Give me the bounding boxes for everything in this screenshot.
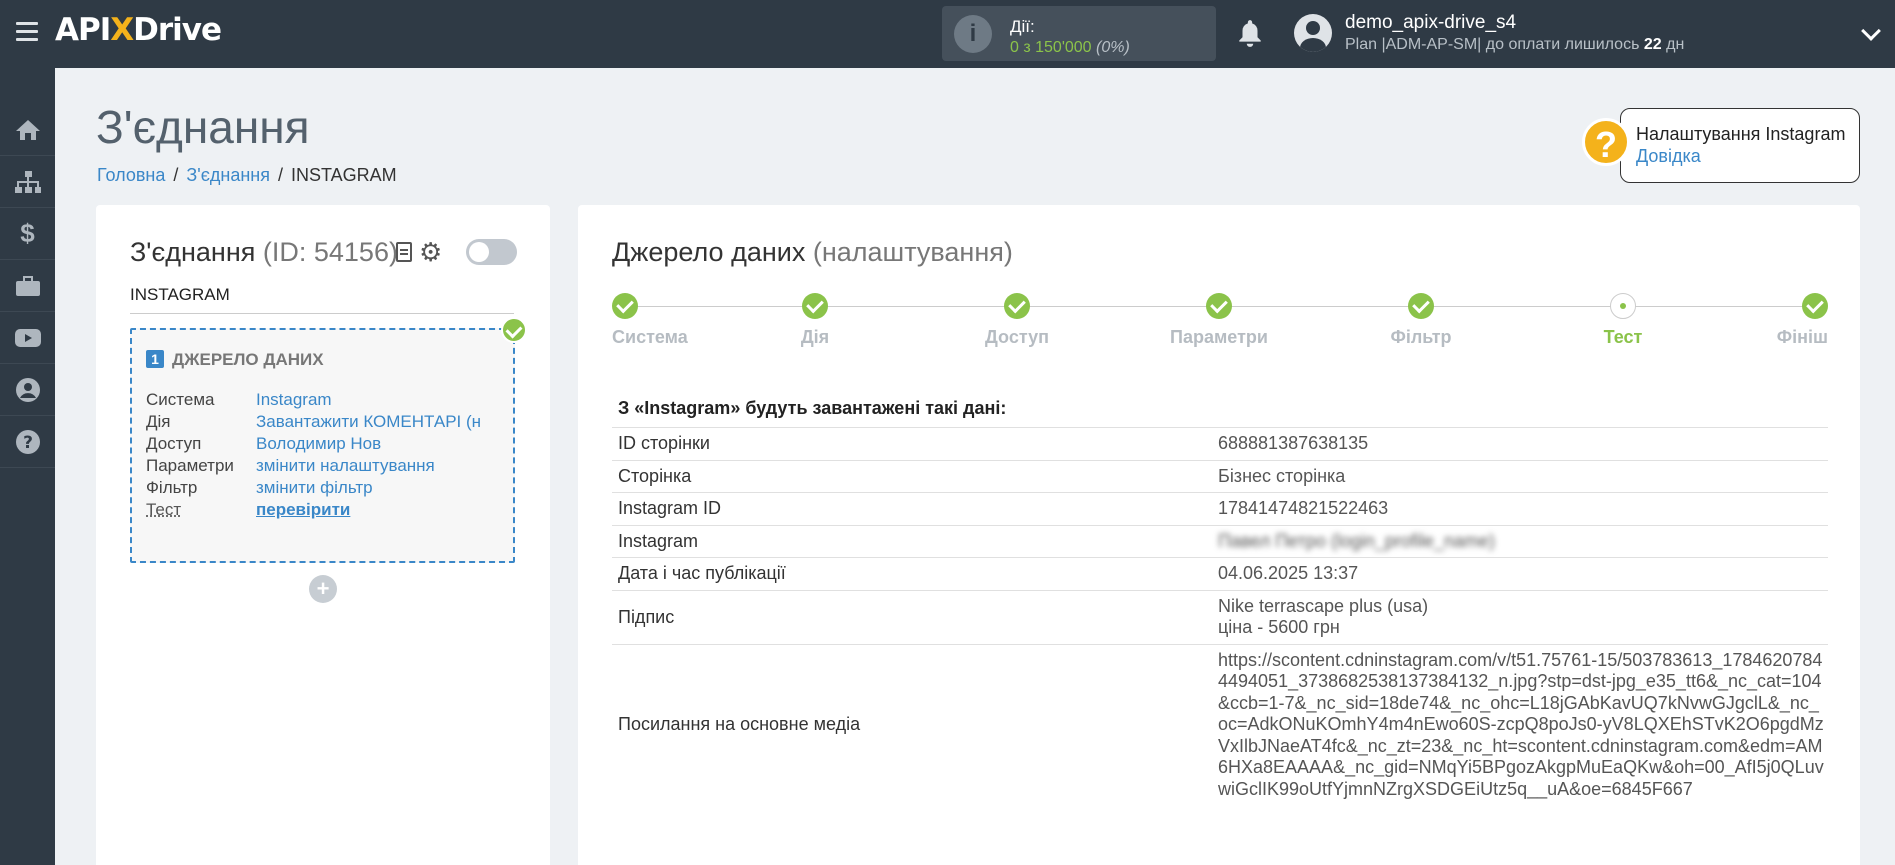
table-heading: З «Instagram» будуть завантажені такі да… (618, 398, 1007, 418)
connection-toggle[interactable] (466, 239, 517, 265)
data-source-title: Джерело даних (налаштування) (612, 237, 1013, 267)
dollar-icon[interactable]: $ (0, 208, 55, 260)
table-cell-value: Павел Петро (login_profile_name) (1218, 530, 1495, 551)
connection-card: З'єднання (ID: 54156) ⚙ INSTAGRAM 1 ДЖЕР… (96, 205, 550, 865)
sitemap-icon[interactable] (0, 156, 55, 208)
document-icon[interactable] (396, 242, 412, 262)
breadcrumb: Головна / З'єднання / INSTAGRAM (97, 165, 397, 185)
table-cell-value: Бізнес сторінка (1218, 465, 1346, 486)
check-icon (802, 293, 828, 319)
sidebar: $ ? (0, 68, 55, 865)
table-cell-value: 17841474821522463 (1218, 498, 1389, 518)
question-icon[interactable]: ? (1582, 118, 1630, 166)
top-bar: APIXDrive i Дії: 0 з 150'000 (0%) demo_a… (0, 0, 1895, 68)
info-icon: i (954, 15, 992, 53)
table-cell-key: ID сторінки (618, 433, 710, 454)
connection-title: З'єднання (ID: 54156) (130, 237, 398, 267)
source-params-link[interactable]: змінити налаштування (256, 456, 435, 475)
logo[interactable]: APIXDrive (55, 12, 222, 48)
table-row: Дата і час публікації 04.06.2025 13:37 (612, 557, 1828, 590)
chevron-down-icon[interactable] (1861, 21, 1881, 41)
source-row-access: Доступ Володимир Нов (146, 434, 382, 453)
home-icon[interactable] (0, 104, 55, 156)
table-cell-value: Nike terrascape plus (usa) ціна - 5600 г… (1218, 595, 1429, 638)
user-name[interactable]: demo_apix-drive_s4 (1345, 12, 1516, 34)
actions-label: Дії: (1010, 17, 1035, 36)
source-filter-link[interactable]: змінити фільтр (256, 478, 373, 497)
page-title: З'єднання (96, 101, 310, 153)
source-test-link[interactable]: перевірити (256, 500, 350, 519)
actions-value: 0 з 150'000 (0%) (1010, 39, 1130, 56)
breadcrumb-current: INSTAGRAM (291, 165, 397, 185)
source-access-link[interactable]: Володимир Нов (256, 434, 381, 453)
table-row: ID сторінки 688881387638135 (612, 427, 1828, 460)
step-test[interactable]: Тест (1604, 293, 1642, 348)
step-finish[interactable]: Фініш (1777, 293, 1828, 348)
source-row-filter: Фільтр змінити фільтр (146, 478, 373, 497)
table-cell-value: 04.06.2025 13:37 (1218, 563, 1359, 583)
user-circle-icon[interactable] (0, 364, 55, 416)
source-action-link[interactable]: Завантажити КОМЕНТАРІ (н (256, 412, 481, 431)
source-heading: ДЖЕРЕЛО ДАНИХ (172, 350, 324, 369)
actions-counter: i Дії: 0 з 150'000 (0%) (942, 6, 1216, 61)
table-cell-key: Підпис (618, 606, 675, 627)
user-avatar-icon[interactable] (1294, 14, 1332, 52)
source-row-params: Параметри змінити налаштування (146, 456, 435, 475)
table-cell-value: 688881387638135 (1218, 433, 1369, 453)
connection-name[interactable]: INSTAGRAM (130, 285, 514, 314)
table-cell-key: Instagram ID (618, 498, 722, 519)
stepper: Система Дія Доступ Параметри Фільтр Тест… (612, 293, 1828, 363)
table-cell-key: Instagram (618, 530, 699, 551)
data-source-card: Джерело даних (налаштування) Система Дія… (578, 205, 1860, 865)
table-row: Instagram ID 17841474821522463 (612, 492, 1828, 525)
table-cell-value: https://scontent.cdninstagram.com/v/t51.… (1218, 649, 1824, 799)
table-cell-key: Дата і час публікації (618, 563, 786, 584)
help-title: Налаштування Instagram (1636, 124, 1846, 144)
table-row: Instagram Павел Петро (login_profile_name… (612, 524, 1828, 558)
current-step-icon (1610, 293, 1636, 319)
source-row-test: Тест перевірити (146, 500, 351, 519)
add-block-button[interactable]: + (309, 575, 337, 603)
source-row-system: Система Instagram (146, 390, 332, 409)
bell-icon[interactable] (1237, 18, 1263, 48)
check-icon (1802, 293, 1828, 319)
step-system[interactable]: Система (612, 293, 688, 348)
check-icon (612, 293, 638, 319)
menu-icon[interactable] (16, 22, 38, 44)
data-source-block[interactable]: 1 ДЖЕРЕЛО ДАНИХ Система Instagram Дія Зава… (130, 328, 515, 563)
step-action[interactable]: Дія (801, 293, 829, 348)
briefcase-icon[interactable] (0, 260, 55, 312)
youtube-icon[interactable] (0, 312, 55, 364)
table-cell-key: Посилання на основне медіа (618, 714, 861, 735)
help-link[interactable]: Довідка (1636, 146, 1701, 167)
check-icon (1206, 293, 1232, 319)
step-access[interactable]: Доступ (985, 293, 1049, 348)
check-icon (501, 317, 527, 343)
source-row-action: Дія Завантажити КОМЕНТАРІ (н (146, 412, 482, 431)
help-circle-icon[interactable]: ? (0, 416, 55, 468)
gear-icon[interactable]: ⚙ (419, 239, 442, 265)
breadcrumb-connections[interactable]: З'єднання (186, 165, 270, 185)
check-icon (1408, 293, 1434, 319)
table-row: Сторінка Бізнес сторінка (612, 459, 1828, 493)
table-cell-key: Сторінка (618, 465, 692, 486)
table-row: Підпис Nike terrascape plus (usa) ціна - … (612, 589, 1828, 644)
svg-text:?: ? (23, 433, 33, 453)
table-row: Посилання на основне медіа https://sconte… (612, 643, 1828, 806)
check-icon (1004, 293, 1030, 319)
source-system-link[interactable]: Instagram (256, 390, 332, 409)
source-number-badge: 1 (146, 350, 164, 368)
step-params[interactable]: Параметри (1170, 293, 1268, 348)
data-table: ID сторінки 688881387638135 Сторінка Бізне… (612, 427, 1828, 805)
breadcrumb-home[interactable]: Головна (97, 165, 165, 185)
step-filter[interactable]: Фільтр (1390, 293, 1452, 348)
user-plan: Plan |ADM-AP-SM| до оплати лишилось 22 д… (1345, 36, 1685, 53)
